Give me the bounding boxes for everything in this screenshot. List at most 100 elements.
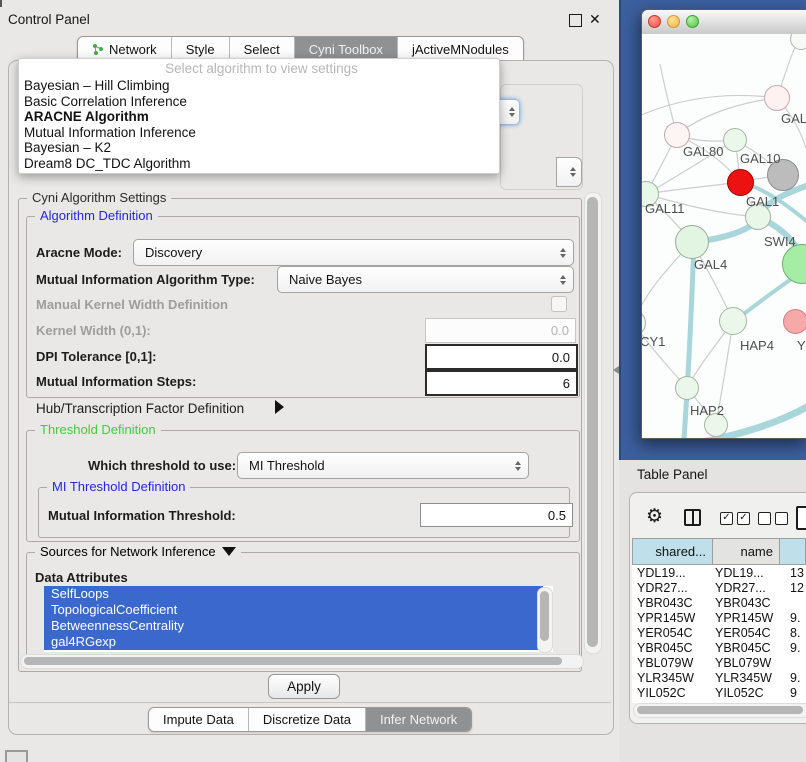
node-gal4[interactable] [675, 225, 709, 259]
stepper-down-icon [570, 173, 576, 177]
table-options-gear-icon[interactable]: ⚙ [646, 505, 663, 528]
cell-value: 9. [790, 671, 800, 685]
table-row[interactable]: YDL19... YDL19... 13 [632, 565, 806, 580]
table-body: YDL19...YDL19...13 YDR27...YDR27...12 YB… [632, 565, 806, 703]
zoom-window-icon[interactable] [686, 15, 699, 28]
kernel-width-field[interactable]: 0.0 [425, 318, 576, 343]
attribute-list-item[interactable]: gal4RGexp [44, 634, 543, 650]
attribute-list-item[interactable]: TopologicalCoefficient [44, 602, 543, 618]
settings-horizontal-scrollbar[interactable] [20, 654, 584, 669]
restore-panel-icon[interactable] [5, 750, 28, 762]
stepper-up-icon [560, 275, 566, 279]
which-threshold-value: MI Threshold [238, 458, 325, 473]
tab-select-label: Select [244, 42, 280, 57]
column-header-partial[interactable] [779, 538, 806, 565]
corner-mark [0, 0, 2, 7]
close-window-icon[interactable] [648, 15, 661, 28]
node-hap2[interactable] [675, 376, 699, 400]
sources-legend-label: Sources for Network Inference [40, 544, 216, 559]
node-label: GAL11 [645, 201, 685, 216]
cell-shared-name: YDL19... [637, 566, 686, 580]
table-row[interactable]: YPR145WYPR145W9. [632, 610, 806, 625]
column-header-shared[interactable]: shared... [632, 538, 713, 565]
mi-threshold-field[interactable]: 0.5 [420, 503, 573, 527]
attribute-list-item[interactable]: SelfLoops [44, 586, 543, 602]
manual-kernel-checkbox[interactable] [551, 296, 567, 312]
cell-name: YBR045C [715, 641, 771, 655]
network-canvas[interactable]: GAL GAL80 GAL10 GAL1 GAL11 SWI4 GAL4 GCY… [642, 34, 806, 438]
column-header-name[interactable]: name [712, 538, 780, 565]
node-label: GAL80 [683, 144, 723, 159]
hub-definition-expander-label[interactable]: Hub/Transcription Factor Definition [36, 401, 244, 416]
stepper-down-icon [509, 113, 515, 117]
kernel-width-label: Kernel Width (0,1): [36, 323, 151, 338]
dropdown-item[interactable]: Mutual Information Inference [19, 125, 499, 141]
table-row[interactable]: YBR045CYBR045C9. [632, 640, 806, 655]
cell-shared-name: YDR27... [637, 581, 688, 595]
cell-shared-name: YIL052C [637, 686, 686, 700]
unchecked-box-icon [758, 512, 771, 525]
table-row[interactable]: YDR27...YDR27...12 [632, 580, 806, 595]
node-gal1[interactable] [727, 169, 754, 196]
sources-legend: Sources for Network Inference [35, 544, 241, 559]
table-row[interactable]: YIL052CYIL052C9 [632, 685, 806, 700]
apply-button[interactable]: Apply [268, 674, 340, 699]
expand-right-icon[interactable] [275, 400, 284, 414]
attribute-list-item[interactable]: BetweennessCentrality [44, 618, 543, 634]
table-horizontal-scrollbar[interactable] [633, 703, 806, 718]
cell-value: 8. [790, 626, 800, 640]
show-all-columns-icon[interactable]: ✓ ✓ [720, 512, 750, 525]
bottom-tabbar: Impute Data Discretize Data Infer Networ… [148, 707, 472, 732]
stepper-down-icon [560, 281, 566, 285]
cell-name: YPR145W [715, 611, 773, 625]
table-row[interactable]: YLR345WYLR345W9. [632, 670, 806, 685]
mi-type-label: Mutual Information Algorithm Type: [36, 272, 255, 287]
table-row[interactable]: YER054CYER054C8. [632, 625, 806, 640]
close-panel-icon[interactable]: ✕ [589, 11, 601, 28]
aracne-mode-combo[interactable]: Discovery [133, 239, 574, 266]
tab-jactivemnodules-label: jActiveMNodules [412, 42, 509, 57]
function-builder-icon[interactable] [796, 506, 806, 530]
collapse-down-icon[interactable] [222, 547, 236, 556]
tab-discretize-data-label: Discretize Data [263, 712, 351, 727]
dropdown-item[interactable]: Basic Correlation Inference [19, 94, 499, 110]
dropdown-item-selected[interactable]: ARACNE Algorithm [19, 109, 499, 125]
column-header-shared-label: shared... [655, 544, 706, 559]
node-hap4[interactable] [719, 307, 747, 335]
data-attributes-label: Data Attributes [35, 570, 128, 585]
dropdown-item[interactable]: Bayesian – K2 [19, 140, 499, 156]
tab-network-label: Network [109, 42, 157, 57]
aracne-mode-value: Discovery [134, 245, 202, 260]
attribute-list-scrollbar[interactable] [537, 587, 553, 653]
cell-name: YDL19... [715, 566, 764, 580]
mi-steps-field[interactable]: 6 [425, 370, 578, 396]
table-row[interactable]: YBL079WYBL079W [632, 655, 806, 670]
cell-shared-name: YPR145W [637, 611, 695, 625]
table-row[interactable]: YBR043CYBR043C [632, 595, 806, 610]
float-panel-icon[interactable] [569, 14, 582, 27]
which-threshold-combo[interactable]: MI Threshold [237, 452, 529, 479]
manual-kernel-label: Manual Kernel Width Definition [36, 297, 228, 312]
dropdown-item[interactable]: Dream8 DC_TDC Algorithm [19, 156, 499, 172]
dropdown-item[interactable]: Bayesian – Hill Climbing [19, 78, 499, 94]
node-y-pink[interactable] [783, 309, 806, 334]
node-gal2[interactable] [764, 85, 790, 111]
algorithm-dropdown: Select algorithm to view settings Bayesi… [18, 58, 500, 174]
dpi-tolerance-field[interactable]: 0.0 [425, 344, 578, 370]
cell-name: YER054C [715, 626, 771, 640]
settings-vertical-scrollbar[interactable] [584, 192, 602, 654]
tab-discretize-data[interactable]: Discretize Data [249, 708, 366, 731]
hide-all-columns-icon[interactable] [758, 512, 788, 525]
cell-value: 13 [790, 566, 804, 580]
tab-impute-data[interactable]: Impute Data [149, 708, 249, 731]
stepper-up-icon [560, 248, 566, 252]
mi-type-combo[interactable]: Naive Bayes [277, 266, 574, 293]
cell-value: 12 [790, 581, 804, 595]
mi-threshold-label: Mutual Information Threshold: [48, 508, 236, 523]
tab-infer-network[interactable]: Infer Network [366, 708, 471, 731]
node-gal10[interactable] [723, 128, 747, 152]
split-columns-icon[interactable] [684, 509, 701, 526]
network-combo-fragment[interactable] [556, 157, 582, 187]
network-window-titlebar[interactable] [642, 10, 806, 35]
minimize-window-icon[interactable] [667, 15, 680, 28]
